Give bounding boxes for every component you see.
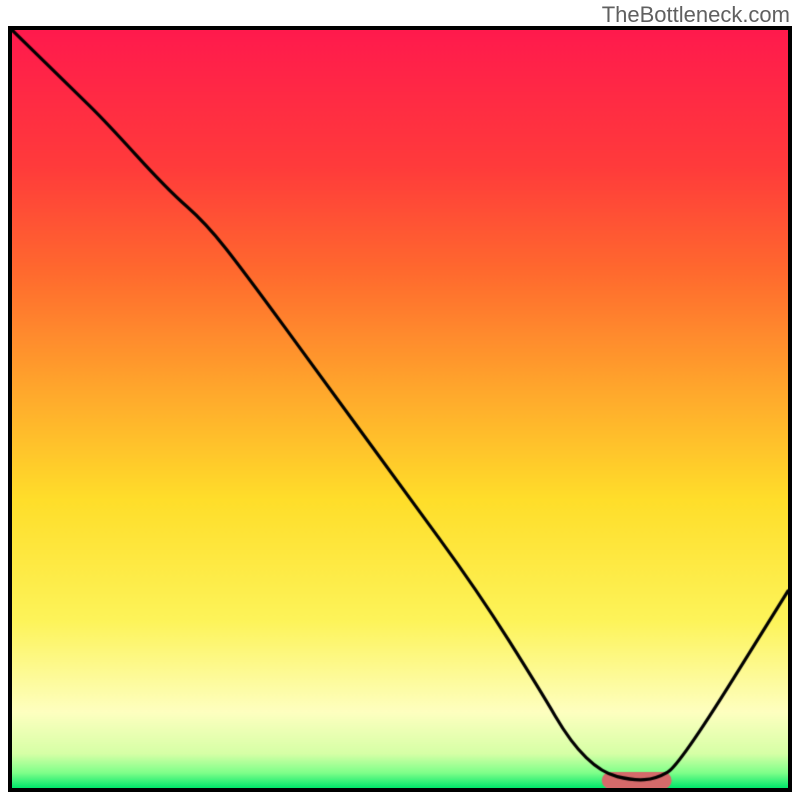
series-canvas <box>12 30 788 788</box>
plot-area <box>8 26 792 792</box>
chart-root: TheBottleneck.com <box>0 0 800 800</box>
watermark-text: TheBottleneck.com <box>602 2 790 28</box>
